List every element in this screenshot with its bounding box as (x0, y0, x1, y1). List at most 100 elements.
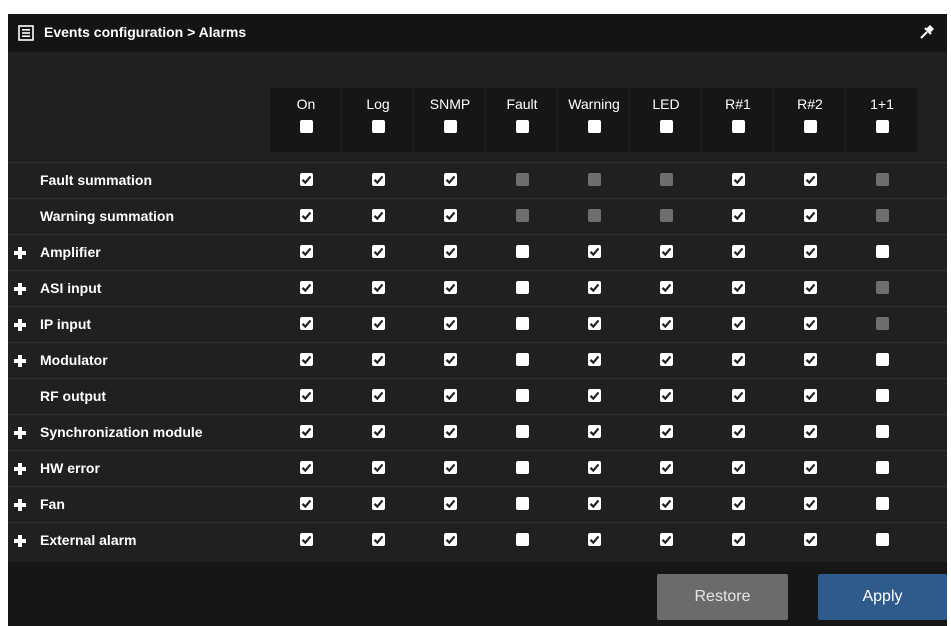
checkbox-log-checked[interactable] (372, 353, 385, 366)
pin-icon[interactable] (918, 23, 936, 41)
expand-plus-icon[interactable] (14, 355, 26, 367)
checkbox-log-checked[interactable] (372, 533, 385, 546)
checkbox-fault-unchecked[interactable] (516, 425, 529, 438)
checkbox-snmp-checked[interactable] (444, 389, 457, 402)
checkbox-r-1-checked[interactable] (732, 389, 745, 402)
checkbox-snmp-checked[interactable] (444, 461, 457, 474)
checkbox-on-checked[interactable] (300, 173, 313, 186)
checkbox-led-checked[interactable] (660, 389, 673, 402)
checkbox-fault-unchecked[interactable] (516, 389, 529, 402)
checkbox-warning-checked[interactable] (588, 245, 601, 258)
checkbox-r-2-checked[interactable] (804, 245, 817, 258)
checkbox-r-2-checked[interactable] (804, 353, 817, 366)
checkbox-warning-checked[interactable] (588, 461, 601, 474)
checkbox-snmp-checked[interactable] (444, 245, 457, 258)
expand-plus-icon[interactable] (14, 535, 26, 547)
checkbox-snmp-checked[interactable] (444, 317, 457, 330)
select-all-checkbox-led[interactable] (660, 120, 673, 133)
expand-plus-icon[interactable] (14, 319, 26, 331)
expand-plus-icon[interactable] (14, 247, 26, 259)
checkbox-log-checked[interactable] (372, 317, 385, 330)
checkbox-on-checked[interactable] (300, 389, 313, 402)
checkbox-log-checked[interactable] (372, 425, 385, 438)
checkbox-led-checked[interactable] (660, 497, 673, 510)
checkbox-on-checked[interactable] (300, 209, 313, 222)
checkbox-r-2-checked[interactable] (804, 317, 817, 330)
checkbox-log-checked[interactable] (372, 209, 385, 222)
checkbox-snmp-checked[interactable] (444, 533, 457, 546)
checkbox-1-1-unchecked[interactable] (876, 389, 889, 402)
checkbox-led-checked[interactable] (660, 317, 673, 330)
checkbox-log-checked[interactable] (372, 497, 385, 510)
checkbox-warning-checked[interactable] (588, 281, 601, 294)
checkbox-r-1-checked[interactable] (732, 209, 745, 222)
checkbox-warning-checked[interactable] (588, 497, 601, 510)
checkbox-fault-unchecked[interactable] (516, 461, 529, 474)
checkbox-led-checked[interactable] (660, 425, 673, 438)
checkbox-snmp-checked[interactable] (444, 497, 457, 510)
checkbox-r-1-checked[interactable] (732, 281, 745, 294)
checkbox-r-2-checked[interactable] (804, 497, 817, 510)
checkbox-fault-unchecked[interactable] (516, 317, 529, 330)
checkbox-on-checked[interactable] (300, 281, 313, 294)
checkbox-r-1-checked[interactable] (732, 353, 745, 366)
checkbox-1-1-unchecked[interactable] (876, 425, 889, 438)
checkbox-r-2-checked[interactable] (804, 389, 817, 402)
apply-button[interactable]: Apply (818, 574, 947, 620)
checkbox-on-checked[interactable] (300, 497, 313, 510)
checkbox-on-checked[interactable] (300, 425, 313, 438)
restore-button[interactable]: Restore (657, 574, 788, 620)
alarm-row-label[interactable]: HW error (40, 451, 100, 486)
checkbox-fault-unchecked[interactable] (516, 281, 529, 294)
checkbox-1-1-unchecked[interactable] (876, 497, 889, 510)
checkbox-on-checked[interactable] (300, 245, 313, 258)
checkbox-snmp-checked[interactable] (444, 353, 457, 366)
checkbox-r-2-checked[interactable] (804, 461, 817, 474)
checkbox-r-2-checked[interactable] (804, 425, 817, 438)
checkbox-log-checked[interactable] (372, 173, 385, 186)
checkbox-on-checked[interactable] (300, 461, 313, 474)
checkbox-on-checked[interactable] (300, 533, 313, 546)
checkbox-fault-unchecked[interactable] (516, 497, 529, 510)
alarm-row-label[interactable]: Amplifier (40, 235, 101, 270)
select-all-checkbox-1-1[interactable] (876, 120, 889, 133)
checkbox-warning-checked[interactable] (588, 389, 601, 402)
select-all-checkbox-log[interactable] (372, 120, 385, 133)
checkbox-snmp-checked[interactable] (444, 281, 457, 294)
checkbox-led-checked[interactable] (660, 281, 673, 294)
select-all-checkbox-r-1[interactable] (732, 120, 745, 133)
checkbox-snmp-checked[interactable] (444, 209, 457, 222)
checkbox-snmp-checked[interactable] (444, 425, 457, 438)
alarm-row-label[interactable]: ASI input (40, 271, 101, 306)
checkbox-r-1-checked[interactable] (732, 497, 745, 510)
checkbox-r-1-checked[interactable] (732, 173, 745, 186)
expand-plus-icon[interactable] (14, 283, 26, 295)
checkbox-warning-checked[interactable] (588, 353, 601, 366)
checkbox-fault-unchecked[interactable] (516, 245, 529, 258)
alarm-row-label[interactable]: Modulator (40, 343, 108, 378)
checkbox-warning-checked[interactable] (588, 533, 601, 546)
select-all-checkbox-snmp[interactable] (444, 120, 457, 133)
select-all-checkbox-warning[interactable] (588, 120, 601, 133)
checkbox-r-1-checked[interactable] (732, 245, 745, 258)
checkbox-r-2-checked[interactable] (804, 173, 817, 186)
checkbox-1-1-unchecked[interactable] (876, 353, 889, 366)
checkbox-log-checked[interactable] (372, 461, 385, 474)
alarm-row-label[interactable]: Synchronization module (40, 415, 203, 450)
checkbox-warning-checked[interactable] (588, 317, 601, 330)
checkbox-fault-unchecked[interactable] (516, 353, 529, 366)
checkbox-1-1-unchecked[interactable] (876, 533, 889, 546)
checkbox-on-checked[interactable] (300, 317, 313, 330)
checkbox-r-2-checked[interactable] (804, 533, 817, 546)
checkbox-r-1-checked[interactable] (732, 461, 745, 474)
checkbox-led-checked[interactable] (660, 461, 673, 474)
expand-plus-icon[interactable] (14, 427, 26, 439)
select-all-checkbox-fault[interactable] (516, 120, 529, 133)
checkbox-snmp-checked[interactable] (444, 173, 457, 186)
checkbox-warning-checked[interactable] (588, 425, 601, 438)
checkbox-r-1-checked[interactable] (732, 533, 745, 546)
checkbox-r-2-checked[interactable] (804, 209, 817, 222)
checkbox-on-checked[interactable] (300, 353, 313, 366)
alarm-row-label[interactable]: External alarm (40, 523, 137, 558)
expand-plus-icon[interactable] (14, 499, 26, 511)
